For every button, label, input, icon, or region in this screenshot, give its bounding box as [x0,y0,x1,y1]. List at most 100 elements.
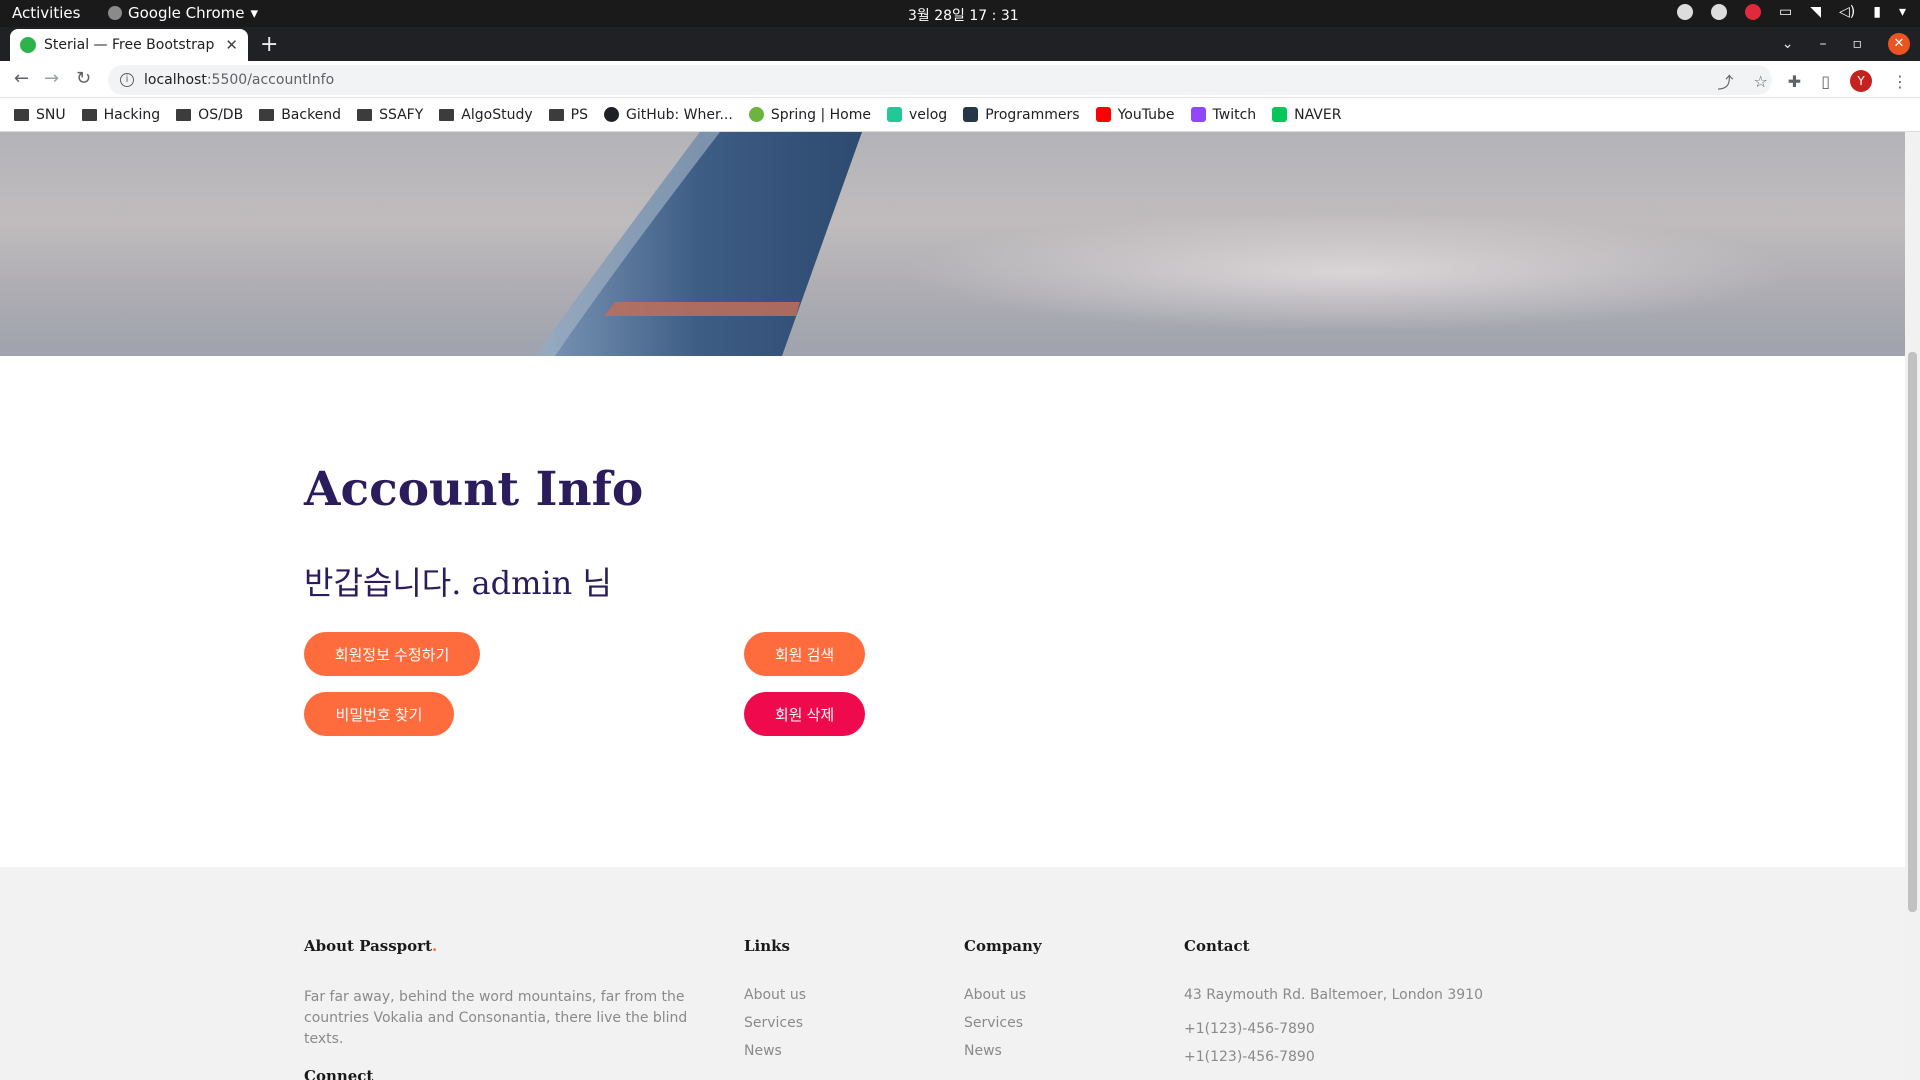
footer-link-about[interactable]: About us [744,987,806,1003]
power-menu-icon: ▾ [1898,4,1906,20]
folder-icon [357,108,373,121]
page-title: Account Info [304,462,644,517]
volume-icon: ◁) [1839,4,1856,20]
site-info-icon[interactable]: i [120,73,134,87]
tab-title: Sterial — Free Bootstrap [44,37,215,53]
minimize-button[interactable]: – [1820,36,1827,52]
bookmark-youtube[interactable]: YouTube [1095,106,1175,123]
bookmark-folder-algostudy[interactable]: AlgoStudy [439,106,533,123]
spring-icon [748,107,764,122]
do-not-disturb-icon [1745,4,1761,20]
caret-down-icon: ▾ [250,4,259,22]
footer-company-news[interactable]: News [964,1043,1042,1059]
footer-company: Company About us Services News [964,937,1042,1071]
bookmark-spring[interactable]: Spring | Home [748,106,871,123]
bookmark-folder-osdb[interactable]: OS/DB [176,107,243,123]
system-tray[interactable]: ▭ ◥ ◁) ▮ ▾ [1677,4,1906,20]
folder-icon [259,108,275,121]
share-icon[interactable]: ⤴ [1717,69,1733,93]
restore-button[interactable]: ▫ [1853,36,1863,52]
search-member-button[interactable]: 회원 검색 [744,632,865,676]
bookmark-label: Spring | Home [770,106,871,123]
browser-tab-active[interactable]: Sterial — Free Bootstrap ✕ [10,29,248,61]
footer-contact-address: 43 Raymouth Rd. Baltemoer, London 3910 [1184,987,1483,1003]
footer-company-about[interactable]: About us [964,987,1042,1003]
edit-profile-button[interactable]: 회원정보 수정하기 [304,632,480,676]
footer-connect-title: Connect [304,1067,374,1080]
velog-icon [886,107,902,122]
battery-icon: ▮ [1873,4,1881,20]
activities-button[interactable]: Activities [12,4,80,22]
bookmark-label: SNU [36,106,66,123]
footer-contact: Contact 43 Raymouth Rd. Baltemoer, Londo… [1184,937,1483,1077]
bookmark-twitch[interactable]: Twitch [1190,106,1257,123]
bookmark-folder-backend[interactable]: Backend [259,107,341,123]
bookmark-velog[interactable]: velog [886,106,948,123]
footer-link-news[interactable]: News [744,1043,806,1059]
page-viewport: Account Info 반갑습니다. admin 님 회원정보 수정하기 비밀… [0,132,1905,1080]
extensions-icon[interactable]: ✚ [1788,72,1801,91]
site-footer: About Passport. Far far away, behind the… [0,867,1905,1080]
chrome-menu-icon[interactable]: ⋮ [1892,72,1908,91]
bookmark-label: AlgoStudy [461,106,533,123]
forward-arrow-icon[interactable]: → [44,68,59,89]
back-arrow-icon[interactable]: ← [14,68,29,89]
close-tab-icon[interactable]: ✕ [225,36,238,54]
bookmark-label: Hacking [103,106,161,123]
url-host: localhost [144,72,207,88]
footer-company-services[interactable]: Services [964,1015,1042,1031]
scrollbar-thumb[interactable] [1908,352,1917,912]
bookmark-label: Twitch [1212,106,1257,123]
tab-strip: Sterial — Free Bootstrap ✕ + ⌄ – ▫ ✕ [0,27,1920,61]
app-menu[interactable]: Google Chrome ▾ [108,4,258,22]
bookmark-label: Programmers [985,106,1080,123]
app-name: Google Chrome [128,4,245,22]
footer-contact-phone[interactable]: +1(123)-456-7890 [1184,1049,1483,1065]
naver-icon [1272,107,1288,122]
footer-link-services[interactable]: Services [744,1015,806,1031]
footer-contact-phone[interactable]: +1(123)-456-7890 [1184,1021,1483,1037]
footer-about-text: Far far away, behind the word mountains,… [304,989,688,1047]
delete-member-button[interactable]: 회원 삭제 [744,692,865,736]
welcome-message: 반갑습니다. admin 님 [304,564,612,602]
bookmark-folder-ps[interactable]: PS [548,107,588,123]
find-password-button[interactable]: 비밀번호 찾기 [304,692,454,736]
profile-avatar[interactable]: Y [1850,70,1872,92]
airplane-tail-image [535,132,862,356]
bookmark-label: YouTube [1117,106,1175,123]
keyboard-icon: ▭ [1779,4,1793,20]
tab-search-icon[interactable]: ⌄ [1782,36,1794,52]
folder-icon [14,108,29,121]
steam-icon [1711,4,1727,20]
bookmark-star-icon[interactable]: ☆ [1753,72,1767,91]
bookmark-label: NAVER [1294,106,1342,123]
address-bar[interactable]: i localhost:5500/accountInfo [108,65,1772,95]
toolbar-actions: ⤴ ☆ ✚ ▯ Y ⋮ [1717,69,1908,93]
bookmark-github[interactable]: GitHub: Wher... [603,107,733,123]
clock[interactable]: 3월 28일 17 : 31 [908,5,1019,25]
folder-icon [81,108,97,121]
bookmark-label: SSAFY [379,106,424,123]
sync-icon [1677,4,1693,20]
footer-company-title: Company [964,937,1042,955]
bookmark-naver[interactable]: NAVER [1272,107,1341,123]
os-top-bar: Activities Google Chrome ▾ 3월 28일 17 : 3… [0,0,1920,27]
new-tab-button[interactable]: + [260,32,278,57]
bookmark-folder-snu[interactable]: SNU [14,107,66,123]
reload-icon[interactable]: ↻ [76,68,91,89]
browser-toolbar: ← → ↻ i localhost:5500/accountInfo ⤴ ☆ ✚… [0,61,1920,98]
bookmark-label: OS/DB [198,106,244,123]
bookmark-folder-ssafy[interactable]: SSAFY [357,107,423,123]
page-scrollbar[interactable] [1905,132,1920,1080]
bookmark-programmers[interactable]: Programmers [963,106,1080,123]
bookmark-label: velog [908,106,948,123]
twitch-icon [1190,107,1206,122]
bookmarks-bar: SNU Hacking OS/DB Backend SSAFY AlgoStud… [0,98,1920,132]
footer-about-title: About Passport. [304,937,438,955]
youtube-icon [1095,107,1111,122]
folder-icon [439,108,455,121]
bookmark-folder-hacking[interactable]: Hacking [81,106,161,123]
side-panel-icon[interactable]: ▯ [1821,72,1830,91]
close-window-button[interactable]: ✕ [1888,33,1910,55]
bookmark-label: Backend [281,106,342,123]
